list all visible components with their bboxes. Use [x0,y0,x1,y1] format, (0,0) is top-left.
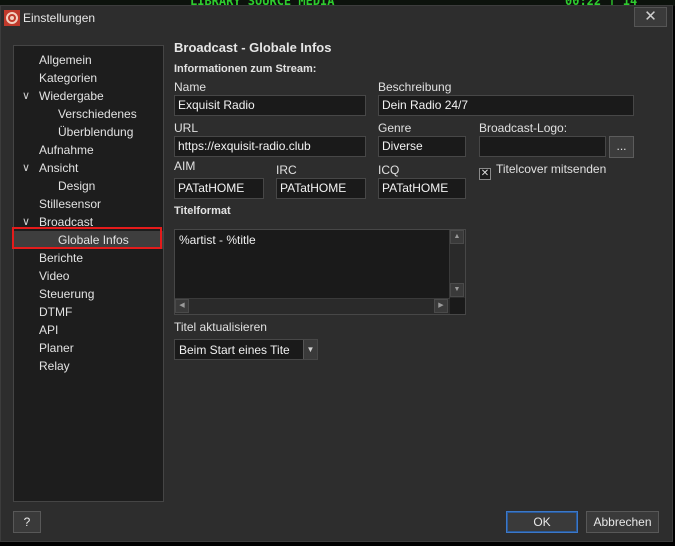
name-label: Name [174,80,207,94]
irc-label: IRC [276,163,297,177]
ok-button[interactable]: OK [506,511,578,533]
nav-item-api[interactable]: API [14,321,163,339]
nav-item-steuerung[interactable]: Steuerung [14,285,163,303]
help-button[interactable]: ? [13,511,41,533]
icq-label: ICQ [378,163,400,177]
title-format-heading: Titelformat [174,205,231,217]
chevron-down-icon[interactable]: ▼ [303,340,317,359]
title-format-textarea[interactable]: %artist - %title ▲ ▼ ◀ ▶ [174,229,466,315]
nav-item-dtmf[interactable]: DTMF [14,303,163,321]
description-field[interactable]: Dein Radio 24/7 [378,95,634,116]
nav-item-relay[interactable]: Relay [14,357,163,375]
icq-field[interactable]: PATatHOME [378,178,466,199]
stream-info-heading: Informationen zum Stream: [174,63,317,75]
vertical-scrollbar[interactable]: ▲ ▼ [449,230,465,298]
close-button[interactable]: ✕ [634,7,667,27]
nav-item-aufnahme[interactable]: Aufnahme [14,141,163,159]
title-update-value: Beim Start eines Tite [179,343,290,357]
genre-label: Genre [378,121,412,135]
cancel-button[interactable]: Abbrechen [586,511,659,533]
nav-item-wiedergabe[interactable]: ∨ Wiedergabe [14,87,163,105]
nav-item-planer[interactable]: Planer [14,339,163,357]
nav-item-ueberblendung[interactable]: Überblendung [14,123,163,141]
nav-item-verschiedenes[interactable]: Verschiedenes [14,105,163,123]
irc-field[interactable]: PATatHOME [276,178,366,199]
scroll-left-arrow-icon[interactable]: ◀ [175,299,189,313]
window-title: Einstellungen [23,11,96,25]
app-settings-icon [4,10,20,26]
title-cover-label[interactable]: Titelcover mitsenden [496,162,606,176]
selection-highlight-box [12,227,162,249]
scroll-right-arrow-icon[interactable]: ▶ [434,299,448,313]
settings-category-tree: Allgemein Kategorien ∨ Wiedergabe Verschi… [13,45,164,502]
title-update-select[interactable]: Beim Start eines Tite ▼ [174,339,318,360]
description-label: Beschreibung [378,80,452,94]
horizontal-scrollbar[interactable]: ◀ ▶ [175,298,450,314]
name-field[interactable]: Exquisit Radio [174,95,366,116]
panel-title: Broadcast - Globale Infos [174,40,332,55]
genre-field[interactable]: Diverse [378,136,466,157]
nav-item-allgemein[interactable]: Allgemein [14,51,163,69]
aim-field[interactable]: PATatHOME [174,178,264,199]
title-format-text: %artist - %title [179,233,256,247]
title-cover-checkbox[interactable]: ✕ [479,168,491,180]
expand-chevron-icon[interactable]: ∨ [22,87,32,105]
nav-item-video[interactable]: Video [14,267,163,285]
nav-item-design[interactable]: Design [14,177,163,195]
url-field[interactable]: https://exquisit-radio.club [174,136,366,157]
scroll-down-arrow-icon[interactable]: ▼ [450,283,464,297]
settings-dialog: Einstellungen ✕ Allgemein Kategorien ∨ Wi… [0,5,673,542]
scroll-up-arrow-icon[interactable]: ▲ [450,230,464,244]
broadcast-logo-field[interactable] [479,136,606,157]
broadcast-logo-label: Broadcast-Logo: [479,121,568,135]
aim-label: AIM [174,159,196,173]
title-bar: Einstellungen ✕ [1,6,672,30]
browse-logo-button[interactable]: ... [609,136,634,158]
url-label: URL [174,121,199,135]
title-update-label: Titel aktualisieren [174,320,267,334]
nav-item-ansicht[interactable]: ∨ Ansicht [14,159,163,177]
nav-item-kategorien[interactable]: Kategorien [14,69,163,87]
nav-item-stillesensor[interactable]: Stillesensor [14,195,163,213]
nav-item-berichte[interactable]: Berichte [14,249,163,267]
expand-chevron-icon[interactable]: ∨ [22,159,32,177]
